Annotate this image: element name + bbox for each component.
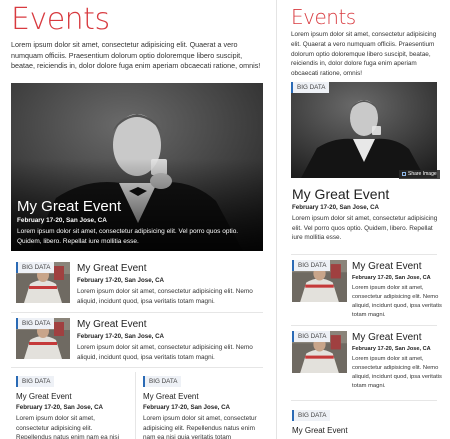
- featured-event-photo[interactable]: [291, 82, 437, 178]
- event-meta: February 17-20, San Jose, CA: [143, 404, 231, 411]
- divider: [11, 312, 263, 313]
- event-description: Lorem ipsum dolor sit amet, consectetur …: [352, 285, 442, 318]
- category-tag[interactable]: BIG DATA: [16, 262, 55, 273]
- column-divider: [135, 372, 136, 439]
- featured-event-title[interactable]: My Great Event: [292, 186, 389, 202]
- event-meta: February 17-20, San Jose, CA: [16, 404, 104, 411]
- event-title[interactable]: My Great Event: [292, 426, 348, 435]
- featured-event-title[interactable]: My Great Event: [17, 198, 121, 215]
- category-tag[interactable]: BIG DATA: [292, 331, 331, 342]
- divider: [11, 367, 263, 368]
- divider: [291, 254, 437, 255]
- events-layout-wide: Events Lorem ipsum dolor sit amet, conse…: [0, 0, 272, 439]
- event-title[interactable]: My Great Event: [16, 392, 72, 401]
- share-icon: [402, 171, 406, 176]
- category-tag[interactable]: BIG DATA: [292, 410, 331, 421]
- event-title[interactable]: My Great Event: [77, 263, 146, 274]
- category-tag[interactable]: BIG DATA: [292, 260, 331, 271]
- page-title: Events: [291, 5, 356, 29]
- event-meta: February 17-20, San Jose, CA: [77, 333, 165, 340]
- event-description: Lorem ipsum dolor sit amet, consectetur …: [77, 288, 253, 305]
- featured-event-description: Lorem ipsum dolor sit amet, consectetur …: [292, 215, 438, 242]
- event-description: Lorem ipsum dolor sit amet, consectetur …: [143, 415, 257, 439]
- share-image-label: Share Image: [408, 171, 437, 177]
- event-title[interactable]: My Great Event: [77, 319, 146, 330]
- share-image-button[interactable]: Share Image: [399, 170, 440, 179]
- event-title[interactable]: My Great Event: [352, 332, 421, 343]
- category-tag[interactable]: BIG DATA: [16, 318, 55, 329]
- page-title: Events: [11, 2, 110, 37]
- event-description: Lorem ipsum dolor sit amet, consectetur …: [352, 356, 442, 389]
- category-tag[interactable]: BIG DATA: [16, 376, 55, 387]
- category-tag[interactable]: BIG DATA: [143, 376, 182, 387]
- featured-event-meta: February 17-20, San Jose, CA: [17, 217, 107, 224]
- featured-event-meta: February 17-20, San Jose, CA: [292, 204, 380, 211]
- featured-photo-image: [11, 83, 263, 251]
- panel-divider: [276, 0, 277, 439]
- event-meta: February 17-20, San Jose, CA: [352, 346, 431, 352]
- event-meta: February 17-20, San Jose, CA: [77, 277, 165, 284]
- event-meta: February 17-20, San Jose, CA: [352, 275, 431, 281]
- featured-event-photo[interactable]: [11, 83, 263, 251]
- event-title[interactable]: My Great Event: [352, 261, 421, 272]
- event-title[interactable]: My Great Event: [143, 392, 199, 401]
- divider: [291, 400, 437, 401]
- event-description: Lorem ipsum dolor sit amet, consectetur …: [77, 344, 253, 361]
- category-tag[interactable]: BIG DATA: [291, 82, 330, 93]
- featured-photo-image: [291, 82, 437, 178]
- event-description: Lorem ipsum dolor sit amet, consectetur …: [16, 415, 120, 439]
- events-layout-narrow: Events Lorem ipsum dolor sit amet, conse…: [281, 0, 450, 439]
- divider: [291, 325, 437, 326]
- intro-text: Lorem ipsum dolor sit amet, consectetur …: [11, 40, 261, 70]
- featured-event-description: Lorem ipsum dolor sit amet, consectetur …: [17, 228, 239, 245]
- intro-text: Lorem ipsum dolor sit amet, consectetur …: [291, 31, 437, 78]
